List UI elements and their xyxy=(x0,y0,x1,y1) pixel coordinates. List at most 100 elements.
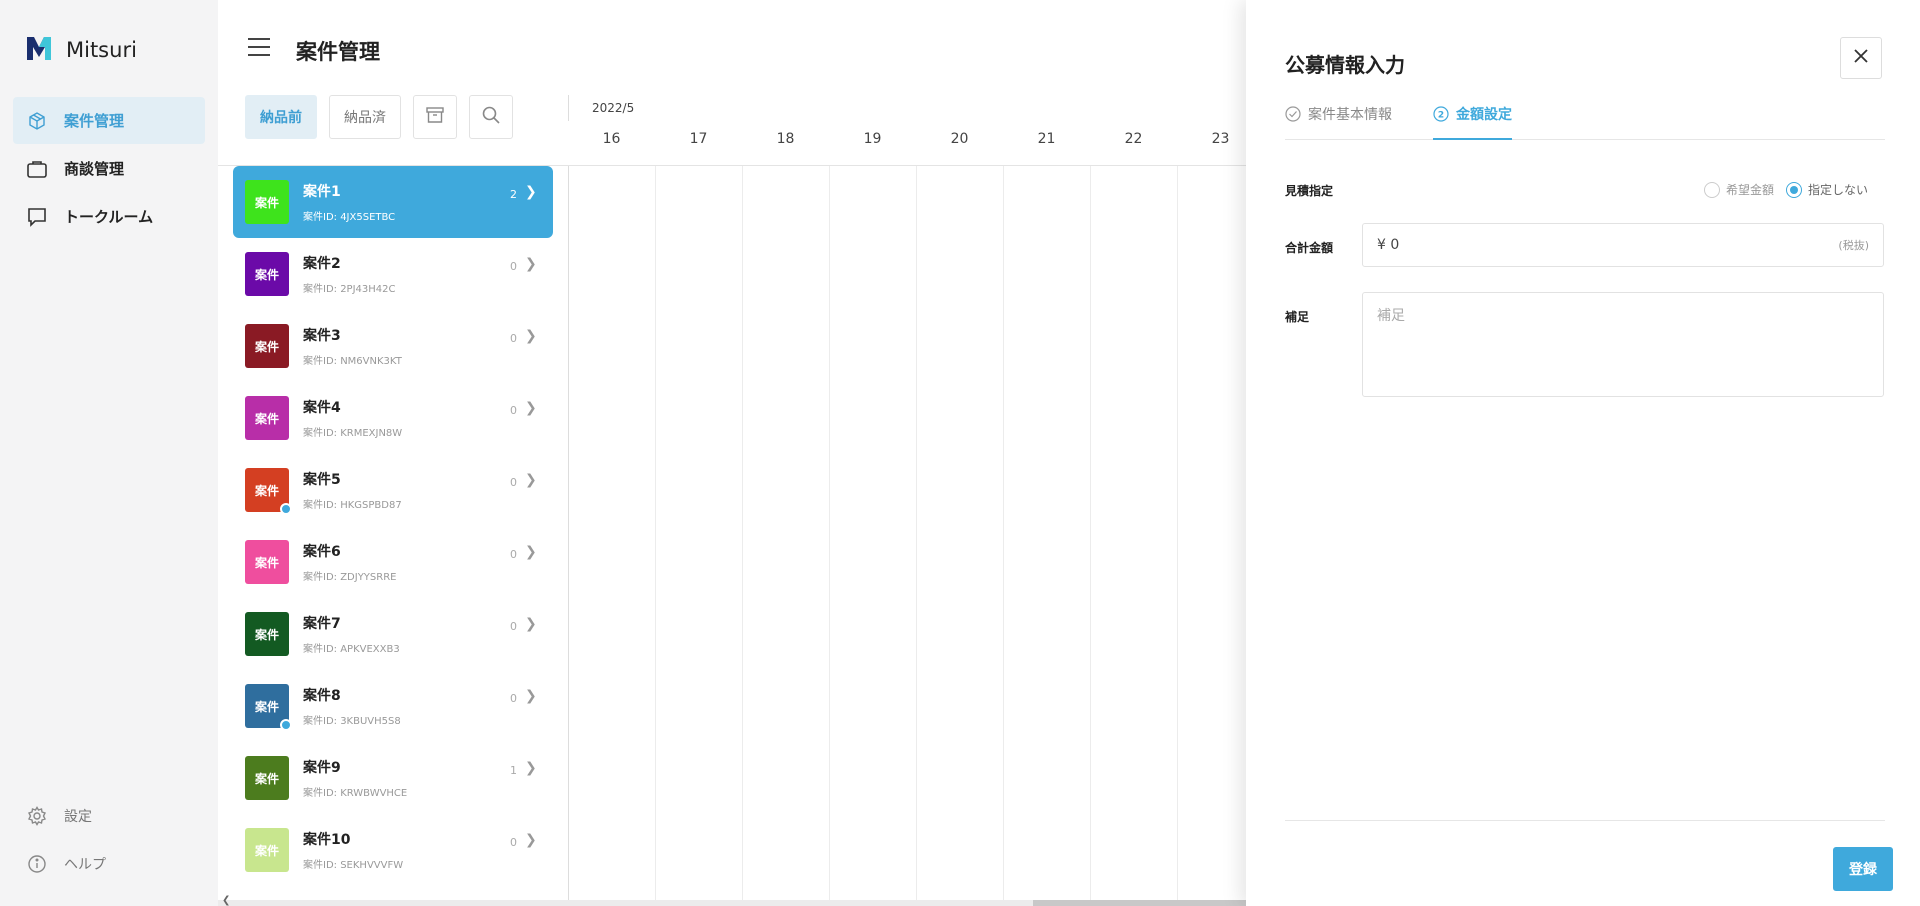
case-id: 案件ID: SEKHVVVFW xyxy=(303,860,404,871)
grid-line xyxy=(1003,166,1004,900)
gear-icon xyxy=(26,805,48,827)
submit-button[interactable]: 登録 xyxy=(1833,847,1893,891)
mitsuri-logo-icon xyxy=(24,33,54,67)
case-name: 案件5 xyxy=(303,472,341,488)
case-badge: 案件 xyxy=(245,180,289,224)
check-circle-icon xyxy=(1285,106,1301,122)
timeline-day: 16 xyxy=(602,131,621,147)
sidebar-item-label: 案件管理 xyxy=(64,112,125,130)
estimate-radio-group: 希望金額 指定しない xyxy=(1704,181,1868,198)
archive-button[interactable] xyxy=(413,95,457,139)
chevron-right-icon[interactable]: ❯ xyxy=(525,616,537,632)
tab-amount-settings[interactable]: 2 金額設定 xyxy=(1433,104,1512,140)
case-badge: 案件 xyxy=(245,540,289,584)
list-item[interactable]: 案件 案件2 案件ID: 2PJ43H42C 0 ❯ xyxy=(233,238,553,310)
case-badge: 案件 xyxy=(245,612,289,656)
amount-value: ¥ 0 xyxy=(1377,237,1400,253)
chevron-right-icon[interactable]: ❯ xyxy=(525,256,537,272)
sidebar-item-cases[interactable]: 案件管理 xyxy=(13,97,205,144)
case-badge-label: 案件 xyxy=(254,339,279,354)
case-badge-label: 案件 xyxy=(254,627,279,642)
list-item[interactable]: 案件 案件10 案件ID: SEKHVVVFW 0 ❯ xyxy=(233,814,553,886)
list-item[interactable]: 案件 案件3 案件ID: NM6VNK3KT 0 ❯ xyxy=(233,310,553,382)
chevron-right-icon[interactable]: ❯ xyxy=(525,328,537,344)
case-list: 案件 案件1 案件ID: 4JX5SETBC 2 ❯ 案件 案件2 案件ID: 2P… xyxy=(233,166,553,886)
chevron-right-icon[interactable]: ❯ xyxy=(525,400,537,416)
list-item[interactable]: 案件 案件7 案件ID: APKVEXXB3 0 ❯ xyxy=(233,598,553,670)
radio-label: 希望金額 xyxy=(1726,183,1775,197)
amount-input[interactable]: ¥ 0 (税抜) xyxy=(1362,223,1884,267)
case-id: 案件ID: APKVEXXB3 xyxy=(303,644,400,655)
note-label: 補足 xyxy=(1285,310,1310,324)
case-id: 案件ID: KRMEXJN8W xyxy=(303,428,403,439)
chevron-right-icon[interactable]: ❯ xyxy=(525,544,537,560)
grid-line xyxy=(742,166,743,900)
radio-circle xyxy=(1704,181,1720,198)
recruitment-drawer: 公募情報入力 案件基本情報 2 金額設定 見積指定 希望金額 指定しない 合計金… xyxy=(1246,0,1920,906)
radio-label: 指定しない xyxy=(1808,183,1869,197)
sidebar-item-label: 設定 xyxy=(64,808,92,825)
case-badge: 案件 xyxy=(245,756,289,800)
chevron-right-icon[interactable]: ❯ xyxy=(525,760,537,776)
tab-before-delivery[interactable]: 納品前 xyxy=(245,95,317,139)
case-badge-label: 案件 xyxy=(254,771,279,786)
list-item[interactable]: 案件 案件8 案件ID: 3KBUVH5S8 0 ❯ xyxy=(233,670,553,742)
close-icon xyxy=(1853,48,1869,68)
sidebar-item-settings[interactable]: 設定 xyxy=(13,792,205,839)
list-item[interactable]: 案件 案件6 案件ID: ZDJYYSRRE 0 ❯ xyxy=(233,526,553,598)
timeline-grid xyxy=(568,166,1248,900)
case-id: 案件ID: KRWBWVHCE xyxy=(303,788,408,799)
case-count: 0 xyxy=(510,404,517,417)
chevron-right-icon[interactable]: ❯ xyxy=(525,472,537,488)
amount-label: 合計金額 xyxy=(1285,241,1334,255)
grid-line xyxy=(568,166,569,900)
note-textarea[interactable]: 補足 xyxy=(1362,292,1884,397)
case-badge: 案件 xyxy=(245,324,289,368)
radio-not-specified[interactable]: 指定しない xyxy=(1786,181,1868,198)
sidebar-item-label: 商談管理 xyxy=(64,160,125,178)
toolbar: 納品前 納品済 xyxy=(245,95,513,139)
timeline-day: 18 xyxy=(776,131,795,147)
close-button[interactable] xyxy=(1840,37,1882,79)
case-badge: 案件 xyxy=(245,684,292,731)
main-content: 案件管理 納品前 納品済 2022/5 16 17 18 19 20 21 22… xyxy=(218,0,1246,906)
case-badge: 案件 xyxy=(245,828,289,872)
case-count: 0 xyxy=(510,476,517,489)
grid-line xyxy=(1090,166,1091,900)
scroll-left-icon[interactable]: ❮ xyxy=(222,895,230,906)
case-badge-label: 案件 xyxy=(254,843,279,858)
list-item[interactable]: 案件 案件4 案件ID: KRMEXJN8W 0 ❯ xyxy=(233,382,553,454)
horizontal-scrollbar[interactable] xyxy=(218,900,1246,906)
briefcase-icon xyxy=(26,158,48,180)
case-id: 案件ID: 4JX5SETBC xyxy=(303,212,396,223)
tab-basic-info[interactable]: 案件基本情報 xyxy=(1285,104,1392,140)
case-name: 案件8 xyxy=(303,688,341,704)
case-name: 案件7 xyxy=(303,616,341,632)
case-badge-label: 案件 xyxy=(254,195,279,210)
status-dot xyxy=(280,503,292,515)
sidebar-bottom-nav: 設定 ヘルプ xyxy=(13,792,205,888)
archive-icon xyxy=(425,105,445,129)
list-item[interactable]: 案件 案件5 案件ID: HKGSPBD87 0 ❯ xyxy=(233,454,553,526)
sidebar-item-negotiations[interactable]: 商談管理 xyxy=(13,145,205,192)
grid-line xyxy=(1177,166,1178,900)
tab-delivered[interactable]: 納品済 xyxy=(329,95,401,139)
search-button[interactable] xyxy=(469,95,513,139)
case-id: 案件ID: HKGSPBD87 xyxy=(303,500,402,511)
list-item[interactable]: 案件 案件9 案件ID: KRWBWVHCE 1 ❯ xyxy=(233,742,553,814)
case-count: 0 xyxy=(510,332,517,345)
radio-desired-amount[interactable]: 希望金額 xyxy=(1704,181,1774,198)
logo[interactable]: Mitsuri xyxy=(24,33,137,67)
menu-toggle-icon[interactable] xyxy=(248,38,270,56)
list-item[interactable]: 案件 案件1 案件ID: 4JX5SETBC 2 ❯ xyxy=(233,166,553,238)
chevron-right-icon[interactable]: ❯ xyxy=(525,832,537,848)
case-count: 2 xyxy=(510,188,517,201)
timeline-day: 20 xyxy=(950,131,969,147)
sidebar-item-talkroom[interactable]: トークルーム xyxy=(13,193,205,240)
sidebar-item-help[interactable]: ヘルプ xyxy=(13,840,205,887)
tax-excluded-suffix: (税抜) xyxy=(1838,239,1869,252)
scrollbar-thumb[interactable] xyxy=(1033,900,1246,906)
chevron-right-icon[interactable]: ❯ xyxy=(525,688,537,704)
chevron-right-icon[interactable]: ❯ xyxy=(525,184,537,200)
info-icon xyxy=(26,853,48,875)
